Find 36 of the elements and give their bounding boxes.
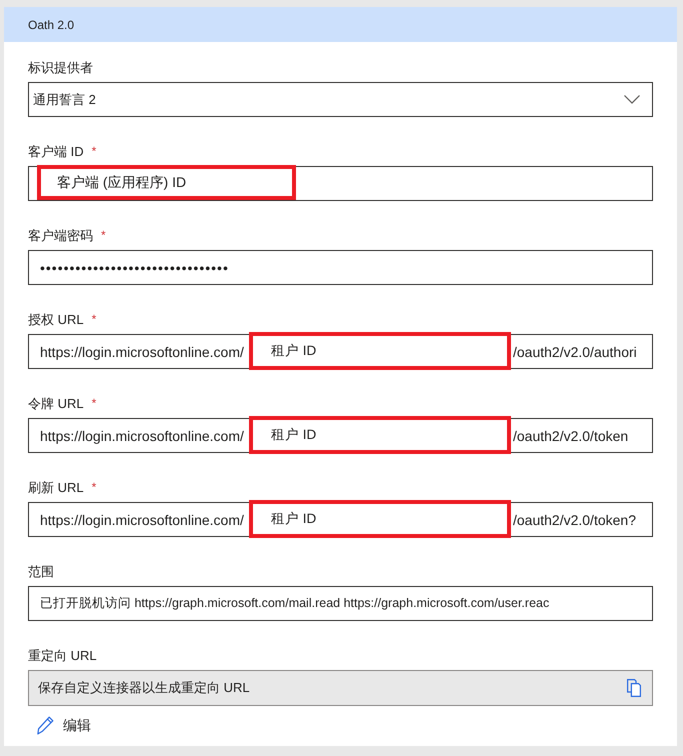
section-header: Oath 2.0 (4, 7, 677, 42)
password-field[interactable]: •••••••••••••••••••••••••••••••• (28, 250, 653, 285)
field-label: 客户端密码 (28, 228, 93, 244)
pencil-icon (37, 716, 54, 734)
url-prefix: https://login.microsoftonline.com/ (40, 512, 245, 528)
field-label: 重定向 URL (28, 648, 97, 664)
dropdown[interactable]: 通用誓言 2 (28, 82, 653, 117)
highlight-box: 租户 ID (249, 500, 511, 538)
highlight-box: 租户 ID (249, 416, 511, 454)
url-suffix: /oauth2/v2.0/token (513, 428, 628, 444)
field-label: 令牌 URL (28, 396, 84, 412)
input-field[interactable]: https://login.microsoftonline.com/ 租户 ID /oauth2/v2.0/token? (28, 502, 653, 537)
field-label: 标识提供者 (28, 60, 93, 76)
required-asterisk: * (92, 312, 96, 326)
edit-link[interactable]: 编辑 (37, 715, 91, 735)
required-asterisk: * (92, 480, 96, 494)
url-prefix: https://login.microsoftonline.com/ (40, 344, 245, 360)
field-label: 授权 URL (28, 312, 84, 328)
highlight-box: 客户端 (应用程序) ID (37, 165, 296, 200)
input-field[interactable]: 已打开脱机访问 https://graph.microsoft.com/mail.read https://graph.microsoft.com/user.reac (28, 586, 653, 621)
input-field[interactable]: https://login.microsoftonline.com/ 租户 ID /oauth2/v2.0/token (28, 418, 653, 453)
highlight-box: 租户 ID (249, 332, 511, 370)
required-asterisk: * (101, 228, 106, 242)
copy-icon[interactable] (627, 679, 641, 697)
chevron-down-icon (624, 95, 640, 104)
url-suffix: /oauth2/v2.0/token? (513, 512, 636, 528)
required-asterisk: * (92, 144, 96, 158)
url-prefix: https://login.microsoftonline.com/ (40, 428, 245, 444)
url-suffix: /oauth2/v2.0/authori (513, 344, 637, 360)
field-label: 范围 (28, 564, 54, 580)
input-field[interactable]: https://login.microsoftonline.com/ 租户 ID /oauth2/v2.0/authori (28, 334, 653, 369)
required-asterisk: * (92, 396, 96, 410)
field-label: 刷新 URL (28, 480, 84, 496)
field-value: 保存自定义连接器以生成重定向 URL (38, 679, 250, 697)
input-field[interactable]: 客户端 (应用程序) ID (28, 166, 653, 201)
field-label: 客户端 ID (28, 144, 84, 160)
